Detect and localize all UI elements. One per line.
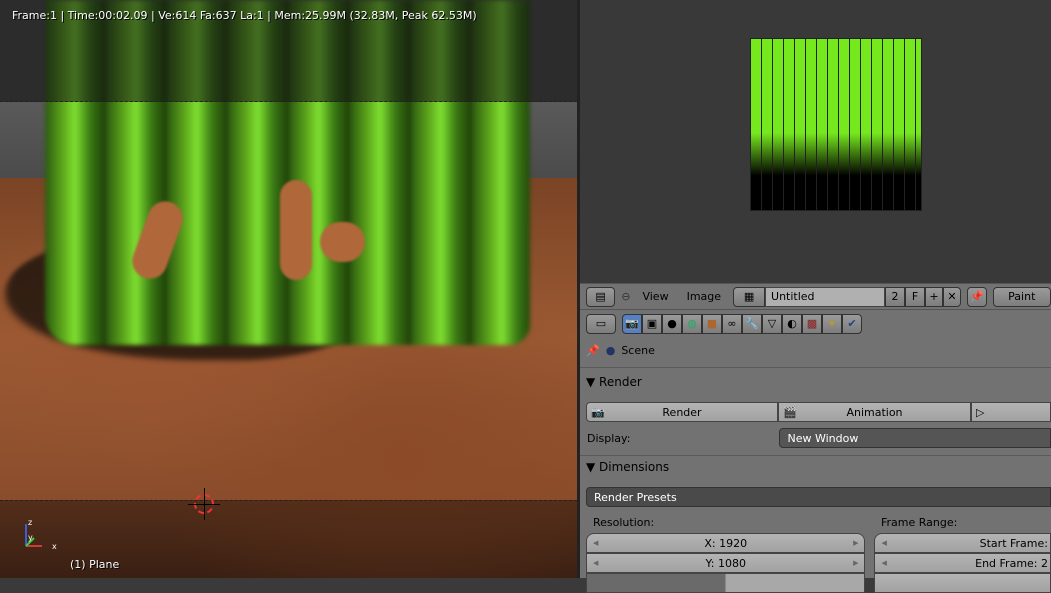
- display-select[interactable]: New Window: [779, 428, 1051, 448]
- resolution-x-field[interactable]: ◀ X: 1920 ▶: [586, 533, 866, 553]
- tab-scene-icon[interactable]: ●: [662, 313, 682, 334]
- 3d-cursor-icon[interactable]: [188, 488, 220, 520]
- context-path: Scene: [621, 344, 655, 357]
- collapse-menu-icon[interactable]: ⊖: [621, 290, 630, 303]
- frame-range-label: Frame Range:: [881, 516, 958, 529]
- properties-editor: 📌 ● Scene ▼ Render 📷 Render 🎬 Animation ▷ …: [580, 337, 1051, 593]
- render-presets-menu[interactable]: Render Presets: [586, 487, 1051, 507]
- render-label: Render: [662, 405, 702, 419]
- play-button[interactable]: ▷: [971, 402, 1051, 422]
- image-browse-button[interactable]: ▦: [733, 286, 766, 307]
- image-preview: [750, 38, 922, 211]
- res-x-value: X: 1920: [704, 536, 748, 550]
- hole: [320, 222, 365, 262]
- properties-header: ▭ 📷 ▣ ● ◍ ■ ∞ 🔧 ▽ ◐ ▩ ✦ ✔: [580, 309, 1051, 337]
- animation-label: Animation: [846, 405, 903, 419]
- start-frame-field[interactable]: ◀ Start Frame:: [874, 533, 1051, 553]
- tab-data-icon[interactable]: ▽: [762, 313, 782, 334]
- render-icon: 📷: [591, 405, 605, 419]
- mode-select[interactable]: Paint: [992, 286, 1051, 307]
- clapboard-icon: 🎬: [783, 405, 797, 419]
- axis-gizmo-icon: z y x: [25, 518, 57, 551]
- fake-user-button[interactable]: F: [905, 286, 926, 307]
- image-editor[interactable]: [580, 0, 1051, 283]
- tab-texture-icon[interactable]: ▩: [802, 313, 822, 334]
- tab-world-icon[interactable]: ◍: [682, 313, 702, 334]
- dimensions-panel-header[interactable]: ▼ Dimensions: [586, 460, 1051, 474]
- image-editor-header: ▤ ⊖ View Image ▦ Untitled 2 F + ✕ 📌 Pain…: [580, 283, 1051, 309]
- tab-object-icon[interactable]: ■: [702, 313, 722, 334]
- tab-render-icon[interactable]: 📷: [622, 313, 642, 334]
- image-name-field[interactable]: Untitled: [765, 286, 886, 307]
- resolution-y-field[interactable]: ◀ Y: 1080 ▶: [586, 553, 866, 573]
- display-label: Display:: [587, 431, 631, 445]
- resolution-percentage-slider[interactable]: [586, 573, 866, 593]
- pin-icon[interactable]: 📌: [586, 344, 600, 357]
- tab-material-icon[interactable]: ◐: [782, 313, 802, 334]
- 3d-viewport[interactable]: Frame:1 | Time:00:02.09 | Ve:614 Fa:637 …: [0, 0, 577, 578]
- pin-icon[interactable]: 📌: [967, 286, 987, 307]
- image-users-count[interactable]: 2: [885, 286, 906, 307]
- panel-title: Dimensions: [599, 460, 670, 474]
- editor-type-button[interactable]: ▭: [586, 313, 616, 334]
- menu-view[interactable]: View: [636, 290, 674, 303]
- start-frame-value: Start Frame:: [979, 536, 1048, 550]
- tab-modifiers-icon[interactable]: 🔧: [742, 313, 762, 334]
- end-frame-value: End Frame: 2: [975, 556, 1048, 570]
- new-image-icon[interactable]: +: [925, 286, 944, 307]
- tab-particles-icon[interactable]: ✦: [822, 313, 842, 334]
- editor-type-button[interactable]: ▤: [586, 286, 616, 307]
- tab-constraints-icon[interactable]: ∞: [722, 313, 742, 334]
- axis-y-label: y: [28, 533, 33, 542]
- axis-x-label: x: [52, 542, 57, 551]
- menu-image[interactable]: Image: [681, 290, 727, 303]
- axis-z-label: z: [28, 518, 32, 527]
- end-frame-field[interactable]: ◀ End Frame: 2: [874, 553, 1051, 573]
- resolution-label: Resolution:: [593, 516, 655, 529]
- tab-physics-icon[interactable]: ✔: [842, 313, 862, 334]
- expanded-arrow-icon: ▼: [586, 375, 600, 389]
- unlink-image-icon[interactable]: ✕: [943, 286, 962, 307]
- expanded-arrow-icon: ▼: [586, 460, 600, 474]
- mode-label: Paint: [1008, 290, 1036, 303]
- hole: [280, 180, 312, 280]
- frame-step-field[interactable]: [874, 573, 1051, 593]
- render-button[interactable]: 📷 Render: [586, 402, 778, 422]
- scene-icon: ●: [605, 344, 616, 357]
- animation-button[interactable]: 🎬 Animation: [778, 402, 971, 422]
- properties-tabs: 📷 ▣ ● ◍ ■ ∞ 🔧 ▽ ◐ ▩ ✦ ✔: [622, 313, 862, 334]
- tab-render-layers-icon[interactable]: ▣: [642, 313, 662, 334]
- res-y-value: Y: 1080: [705, 556, 746, 570]
- active-object-label: (1) Plane: [70, 558, 120, 571]
- panel-title: Render: [599, 375, 642, 389]
- render-panel-header[interactable]: ▼ Render: [586, 375, 1051, 389]
- viewport-status: Frame:1 | Time:00:02.09 | Ve:614 Fa:637 …: [12, 9, 477, 22]
